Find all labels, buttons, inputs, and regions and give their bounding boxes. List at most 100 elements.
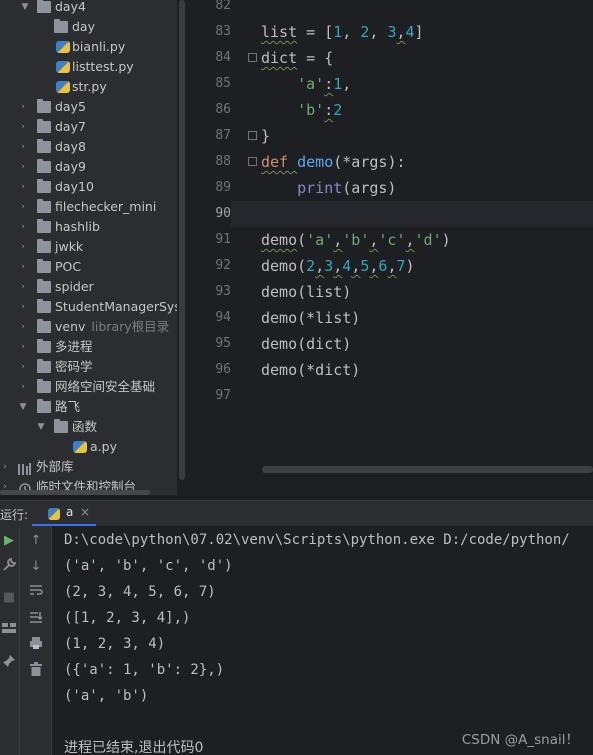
chevron-right-icon[interactable]: › <box>18 177 28 197</box>
tree-item-cyberspace-security[interactable]: › 网络空间安全基础 <box>0 377 177 397</box>
punct: , <box>333 231 343 249</box>
tree-horizontal-scrollbar[interactable] <box>0 490 150 495</box>
folder-icon <box>37 159 51 173</box>
tree-item-external-libraries[interactable]: › 外部库 <box>0 457 177 477</box>
tree-item-bianli-py[interactable]: bianli.py <box>0 37 177 57</box>
fold-marker-icon[interactable] <box>248 157 257 166</box>
code-line-87: } <box>261 123 270 149</box>
run-tab-a[interactable]: a × <box>32 501 96 526</box>
code-line-83: list = [1, 2, 3,4] <box>261 19 424 45</box>
number: 4 <box>342 257 352 275</box>
tree-item-str-py[interactable]: str.py <box>0 77 177 97</box>
chevron-right-icon[interactable]: › <box>18 217 28 237</box>
pin-icon[interactable] <box>0 654 18 672</box>
chevron-right-icon[interactable]: › <box>0 457 10 477</box>
tree-item-spider[interactable]: › spider <box>0 277 177 297</box>
tree-item-a-py[interactable]: a.py <box>0 437 177 457</box>
code-line-95: demo(dict) <box>261 331 351 357</box>
tree-vertical-scrollbar[interactable] <box>179 0 185 480</box>
python-file-icon <box>56 81 70 93</box>
stop-icon[interactable]: ■ <box>0 589 18 607</box>
chevron-right-icon[interactable]: › <box>18 117 28 137</box>
line-number: 84 <box>215 50 231 65</box>
chevron-right-icon[interactable]: › <box>18 97 28 117</box>
punct: : <box>324 75 334 93</box>
tree-item-day5[interactable]: › day5 <box>0 97 177 117</box>
python-file-icon <box>48 508 60 520</box>
scroll-to-end-icon[interactable] <box>27 610 45 628</box>
tree-item-studentmanagersystem[interactable]: › StudentManagerSystem <box>0 297 177 317</box>
chevron-right-icon[interactable]: › <box>18 197 28 217</box>
chevron-right-icon[interactable]: › <box>18 257 28 277</box>
fold-marker-icon[interactable] <box>248 131 257 140</box>
editor-horizontal-scrollbar[interactable] <box>262 466 593 473</box>
tree-item-poc[interactable]: › POC <box>0 257 177 277</box>
chevron-right-icon[interactable]: › <box>18 297 28 317</box>
tree-item-cryptography[interactable]: › 密码学 <box>0 357 177 377</box>
tree-item-day8[interactable]: › day8 <box>0 137 177 157</box>
tree-item-day9[interactable]: › day9 <box>0 157 177 177</box>
wrench-icon[interactable] <box>0 557 18 576</box>
run-label: 运行: <box>0 508 29 522</box>
run-console-output[interactable]: D:\code\python\07.02\venv\Scripts\python… <box>52 526 593 755</box>
string: 'd' <box>414 231 442 249</box>
code-area[interactable]: list = [1, 2, 3,4] dict = { 'a':1, 'b':2… <box>261 0 593 470</box>
folder-icon <box>37 339 51 353</box>
tree-item-venv[interactable]: › venv library根目录 <box>0 317 177 337</box>
chevron-right-icon[interactable]: › <box>18 357 28 377</box>
chevron-right-icon[interactable]: › <box>18 317 28 337</box>
csdn-watermark: CSDN @A_snail！ <box>461 732 579 748</box>
print-icon[interactable] <box>27 636 45 654</box>
folder-icon <box>37 179 51 193</box>
arrow-up-icon[interactable]: ↑ <box>27 532 45 550</box>
tree-item-day4[interactable]: ▼ day4 <box>0 0 177 17</box>
punct: , <box>315 257 325 275</box>
chevron-right-icon[interactable]: › <box>18 337 28 357</box>
string: 'a' <box>306 231 334 249</box>
arrow-down-icon[interactable]: ↓ <box>27 558 45 576</box>
tree-item-listtest-py[interactable]: listtest.py <box>0 57 177 77</box>
tree-item-day[interactable]: day <box>0 17 177 37</box>
punct: , <box>342 75 352 93</box>
punct: , <box>369 23 388 41</box>
rerun-icon[interactable]: ▶ <box>0 532 18 550</box>
tree-item-day10[interactable]: › day10 <box>0 177 177 197</box>
chevron-right-icon[interactable]: › <box>18 237 28 257</box>
folder-icon <box>37 199 51 213</box>
chevron-right-icon[interactable]: › <box>18 157 28 177</box>
code-line-93: demo(list) <box>261 279 351 305</box>
line-number: 97 <box>215 388 231 403</box>
chevron-down-icon[interactable]: ▼ <box>18 397 28 417</box>
punct: , <box>396 23 406 41</box>
tree-item-multiprocess[interactable]: › 多进程 <box>0 337 177 357</box>
number: 7 <box>396 257 406 275</box>
soft-wrap-icon[interactable] <box>27 584 45 602</box>
chevron-right-icon[interactable]: › <box>18 137 28 157</box>
chevron-down-icon[interactable]: ▼ <box>20 0 30 17</box>
function-call: demo <box>261 283 298 301</box>
number: 3 <box>324 257 334 275</box>
chevron-right-icon[interactable]: › <box>18 377 28 397</box>
punct: ( <box>297 257 307 275</box>
line-number-gutter: 82 83 84 85 86 87 88 89 90 91 92 93 94 9… <box>189 0 231 475</box>
close-icon[interactable]: × <box>80 505 90 519</box>
number: 1 <box>333 75 343 93</box>
tree-item-jwkk[interactable]: › jwkk <box>0 237 177 257</box>
tree-item-lufei[interactable]: ▼ 路飞 <box>0 397 177 417</box>
trash-icon[interactable] <box>27 662 45 680</box>
punct: } <box>261 127 271 145</box>
punct: ] <box>414 23 424 41</box>
chevron-down-icon[interactable]: ▼ <box>36 417 46 437</box>
fold-marker-icon[interactable] <box>248 53 257 62</box>
layout-icon[interactable] <box>0 622 18 640</box>
string: 'c' <box>378 231 406 249</box>
tree-item-functions[interactable]: ▼ 函数 <box>0 417 177 437</box>
tree-item-filechecker-mini[interactable]: › filechecker_mini <box>0 197 177 217</box>
line-number: 92 <box>215 258 231 273</box>
code-line-88: def demo(*args): <box>261 149 406 175</box>
tree-item-day7[interactable]: › day7 <box>0 117 177 137</box>
console-line: (2, 3, 4, 5, 6, 7) <box>64 584 216 600</box>
punct: , <box>405 231 415 249</box>
chevron-right-icon[interactable]: › <box>18 277 28 297</box>
tree-item-hashlib[interactable]: › hashlib <box>0 217 177 237</box>
